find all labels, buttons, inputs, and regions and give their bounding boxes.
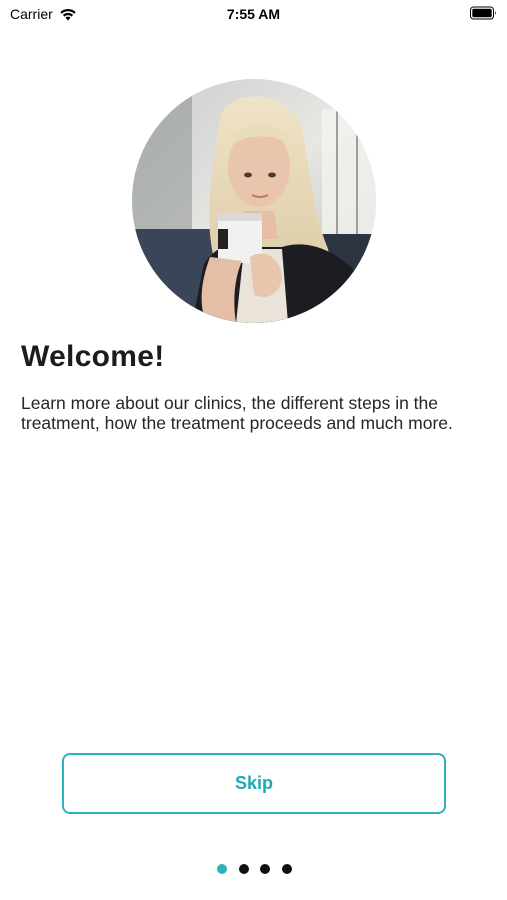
status-time: 7:55 AM (226, 6, 281, 22)
page-dot-1[interactable] (217, 864, 227, 874)
page-indicator (0, 864, 507, 876)
page-dot-2[interactable] (238, 864, 249, 874)
page-dot-3[interactable] (260, 864, 270, 874)
status-bar: Carrier 7:55 AM (0, 0, 507, 28)
battery-icon (470, 6, 496, 20)
skip-button[interactable]: Skip (62, 753, 446, 814)
welcome-description: Learn more about our clinics, the differ… (21, 393, 453, 433)
page-dot-4[interactable] (281, 864, 292, 874)
welcome-title: Welcome! (21, 340, 165, 373)
woman-holding-coffee-photo (132, 79, 376, 323)
skip-button-label: Skip (234, 773, 273, 793)
welcome-hero-image (132, 79, 376, 323)
